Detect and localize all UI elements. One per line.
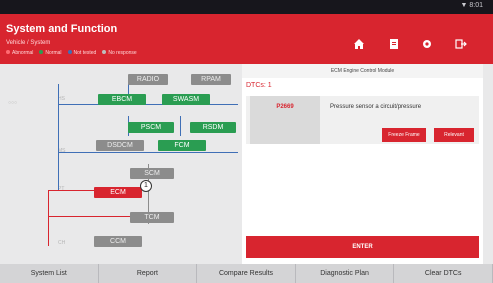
status-legend: Abnormal Normal Not tested No response bbox=[6, 50, 137, 56]
tab-system-list[interactable]: System List bbox=[0, 264, 99, 283]
dtc-panel: ECM Engine Control Module DTCs: 1 P2669 … bbox=[242, 64, 483, 264]
bus-line bbox=[180, 116, 181, 136]
report-icon[interactable] bbox=[385, 36, 403, 52]
home-icon[interactable] bbox=[350, 36, 368, 52]
module-scm[interactable]: SCM bbox=[130, 168, 174, 179]
bus-label: CH bbox=[58, 240, 66, 246]
module-ecm[interactable]: ECM bbox=[94, 187, 142, 198]
bottom-tab-bar: System List Report Compare Results Diagn… bbox=[0, 264, 493, 283]
relevant-button[interactable]: Relevant bbox=[434, 128, 474, 142]
breadcrumb: Vehicle / System bbox=[6, 40, 51, 46]
bus-line bbox=[58, 84, 59, 190]
bus-line bbox=[58, 152, 238, 153]
bus-label: HS bbox=[58, 96, 65, 102]
page-title: System and Function bbox=[6, 23, 118, 35]
module-rpam[interactable]: RPAM bbox=[191, 74, 231, 85]
tab-report[interactable]: Report bbox=[99, 264, 198, 283]
module-ccm[interactable]: CCM bbox=[94, 236, 142, 247]
legend-item: Normal bbox=[39, 50, 62, 56]
module-pscm[interactable]: PSCM bbox=[128, 122, 174, 133]
dtc-code: P2669 bbox=[250, 96, 320, 144]
freeze-frame-button[interactable]: Freeze Frame bbox=[382, 128, 426, 142]
tab-compare-results[interactable]: Compare Results bbox=[197, 264, 296, 283]
status-time: ▼ 8:01 bbox=[460, 2, 484, 9]
legend-item: Abnormal bbox=[6, 50, 33, 56]
panel-header: ECM Engine Control Module bbox=[242, 64, 483, 78]
tab-diagnostic-plan[interactable]: Diagnostic Plan bbox=[296, 264, 395, 283]
screen: ▼ 8:01 System and Function Vehicle / Sys… bbox=[0, 0, 493, 283]
settings-icon[interactable] bbox=[418, 36, 436, 52]
enter-button[interactable]: ENTER bbox=[246, 236, 479, 258]
title-bar: System and Function Vehicle / System Abn… bbox=[0, 14, 493, 64]
tab-clear-dtcs[interactable]: Clear DTCs bbox=[394, 264, 493, 283]
module-radio[interactable]: RADIO bbox=[128, 74, 168, 85]
exit-icon[interactable] bbox=[452, 36, 470, 52]
status-bar: ▼ 8:01 bbox=[0, 0, 493, 14]
legend-item: No response bbox=[102, 50, 137, 56]
legend-item: Not tested bbox=[67, 50, 96, 56]
module-swasm[interactable]: SWASM bbox=[162, 94, 210, 105]
dtc-count-badge: 1 bbox=[140, 180, 152, 192]
dtc-count: DTCs: 1 bbox=[246, 82, 272, 89]
module-fcm[interactable]: FCM bbox=[158, 140, 206, 151]
dtc-description: Pressure sensor a circuit/pressure bbox=[330, 104, 422, 110]
module-ebcm[interactable]: EBCM bbox=[98, 94, 146, 105]
topology-map: ○○○ HS MS PT CH RADIO RPAM EBCM SWASM PS… bbox=[8, 64, 240, 264]
bus-label: ○○○ bbox=[8, 100, 18, 106]
module-rsdm[interactable]: RSDM bbox=[190, 122, 236, 133]
module-dsdcm[interactable]: DSDCM bbox=[96, 140, 144, 151]
bus-label: MS bbox=[58, 148, 66, 154]
bus-line bbox=[58, 104, 238, 105]
module-tcm[interactable]: TCM bbox=[130, 212, 174, 223]
bus-line bbox=[48, 190, 49, 246]
bus-line bbox=[48, 216, 138, 217]
